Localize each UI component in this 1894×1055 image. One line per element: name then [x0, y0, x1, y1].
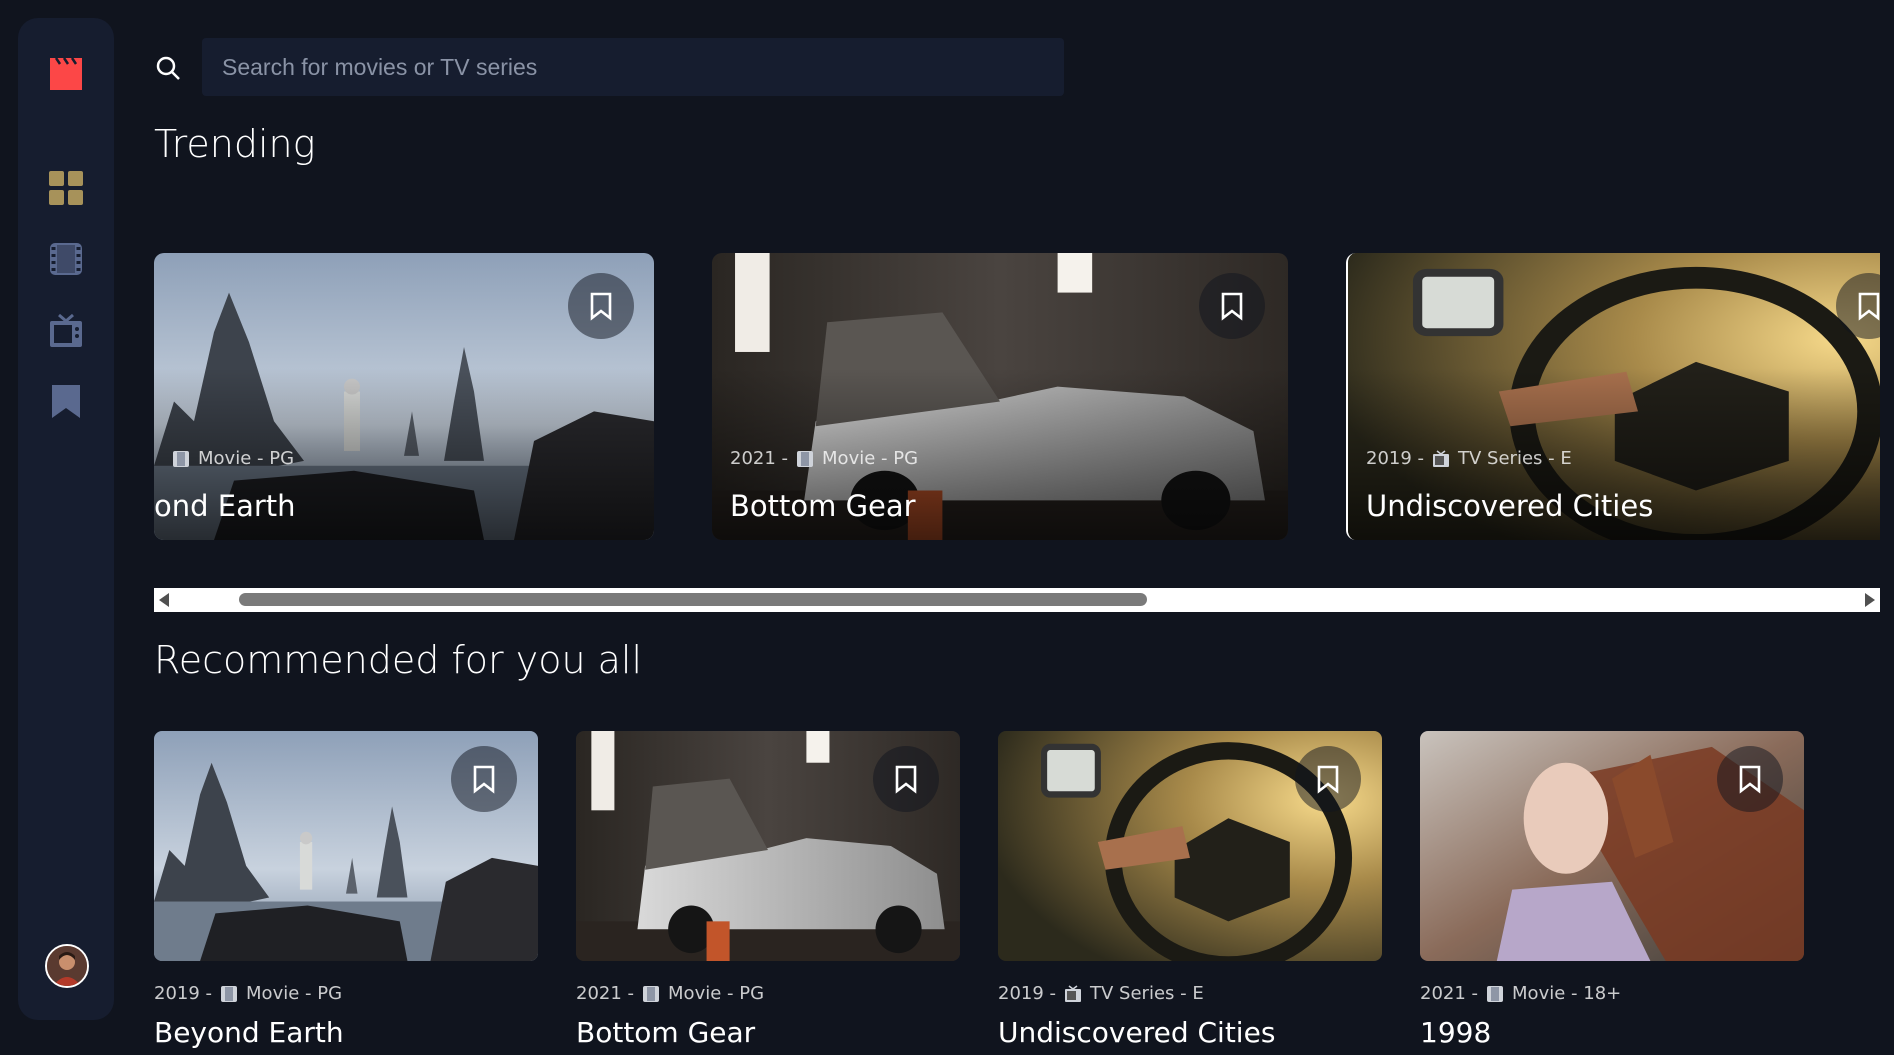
- film-strip-icon: [173, 450, 189, 467]
- card-meta: 2021 - Movie - PG: [576, 983, 764, 1004]
- scroll-right-arrow-icon[interactable]: [1865, 593, 1875, 607]
- section-heading-recommended: Recommended for you all: [154, 638, 643, 682]
- card-year: 2019 -: [998, 983, 1057, 1004]
- card-meta: 2021 - Movie - PG: [730, 448, 918, 469]
- trending-card[interactable]: 2021 - Movie - PG Bottom Gear: [712, 253, 1288, 540]
- film-strip-icon: [1487, 985, 1504, 1002]
- trending-card[interactable]: Movie - PG ond Earth: [154, 253, 654, 540]
- section-heading-trending: Trending: [154, 122, 316, 166]
- film-strip-icon: [643, 985, 660, 1002]
- clapperboard-icon[interactable]: [46, 54, 86, 94]
- bookmark-outline-icon: [1858, 292, 1880, 321]
- tv-icon: [1065, 984, 1082, 1002]
- sidebar-item-movies[interactable]: [47, 240, 85, 278]
- card-category: Movie - PG: [246, 983, 343, 1004]
- card-title: Undiscovered Cities: [998, 1016, 1276, 1049]
- card-title: 1998: [1420, 1016, 1492, 1049]
- card-category: Movie - PG: [822, 448, 919, 469]
- film-strip-icon: [797, 450, 814, 467]
- trending-carousel[interactable]: Movie - PG ond Earth 2021 - Movie - PG B…: [154, 253, 1880, 551]
- card-category: TV Series - E: [1090, 983, 1204, 1004]
- scroll-left-arrow-icon[interactable]: [159, 593, 169, 607]
- bookmark-outline-icon: [1221, 292, 1243, 321]
- bookmark-outline-icon: [473, 765, 495, 794]
- scrollbar-thumb[interactable]: [239, 593, 1147, 606]
- sidebar-item-home[interactable]: [47, 169, 85, 207]
- card-title: Bottom Gear: [730, 489, 916, 523]
- user-avatar-icon: [47, 946, 87, 986]
- card-year: 2021 -: [576, 983, 635, 1004]
- card-year: 2021 -: [730, 448, 789, 469]
- home-grid-icon: [49, 171, 83, 205]
- bookmark-button[interactable]: [451, 746, 517, 812]
- card-year: 2019 -: [1366, 448, 1425, 469]
- search-icon: [156, 56, 180, 80]
- card-title: Undiscovered Cities: [1366, 489, 1654, 523]
- avatar[interactable]: [45, 944, 89, 988]
- card-meta: Movie - PG: [172, 448, 294, 469]
- card-year: 2021 -: [1420, 983, 1479, 1004]
- sidebar: [18, 18, 114, 1020]
- bookmark-outline-icon: [1317, 765, 1339, 794]
- card-category: Movie - 18+: [1512, 983, 1622, 1004]
- bookmark-outline-icon: [1739, 765, 1761, 794]
- card-title: Bottom Gear: [576, 1016, 756, 1049]
- bookmark-icon: [52, 385, 80, 418]
- bookmark-button[interactable]: [1295, 746, 1361, 812]
- card-title: ond Earth: [154, 489, 296, 523]
- bookmark-button[interactable]: [1199, 273, 1265, 339]
- bookmark-button[interactable]: [1717, 746, 1783, 812]
- card-meta: 2021 - Movie - 18+: [1420, 983, 1621, 1004]
- card-category: Movie - PG: [198, 448, 295, 469]
- card-category: TV Series - E: [1458, 448, 1572, 469]
- card-meta: 2019 - TV Series - E: [1366, 448, 1572, 469]
- film-strip-icon: [221, 985, 238, 1002]
- trending-card[interactable]: 2019 - TV Series - E Undiscovered Cities: [1346, 253, 1880, 540]
- card-year: 2019 -: [154, 983, 213, 1004]
- search-bar: [154, 38, 1064, 96]
- sidebar-item-tv-series[interactable]: [47, 312, 85, 350]
- film-strip-icon: [50, 243, 82, 275]
- bookmark-button[interactable]: [568, 273, 634, 339]
- sidebar-item-bookmarks[interactable]: [47, 382, 85, 420]
- horizontal-scrollbar[interactable]: [154, 588, 1880, 612]
- card-meta: 2019 - Movie - PG: [154, 983, 342, 1004]
- tv-icon: [1433, 449, 1450, 467]
- bookmark-outline-icon: [590, 292, 612, 321]
- card-category: Movie - PG: [668, 983, 765, 1004]
- bookmark-outline-icon: [895, 765, 917, 794]
- card-meta: 2019 - TV Series - E: [998, 983, 1204, 1004]
- bookmark-button[interactable]: [873, 746, 939, 812]
- search-input[interactable]: [202, 38, 1064, 96]
- tv-icon: [50, 313, 82, 347]
- card-title: Beyond Earth: [154, 1016, 344, 1049]
